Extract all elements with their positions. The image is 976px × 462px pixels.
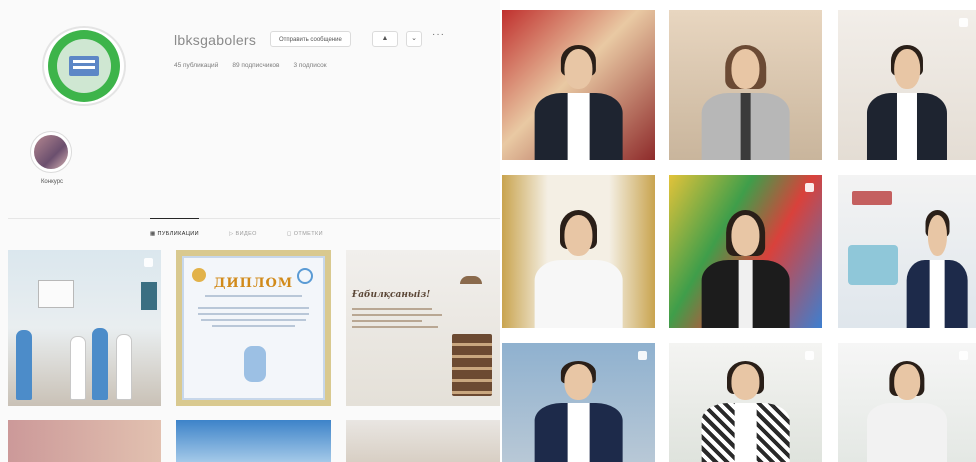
video-grid	[500, 0, 976, 462]
post-thanks-letter[interactable]: Ғабилқсаныіз!	[346, 250, 500, 406]
video-tile[interactable]	[502, 10, 655, 160]
chevron-down-icon[interactable]: ⌄	[406, 31, 422, 47]
books-stack-image	[452, 334, 492, 396]
send-message-button[interactable]: Отправить сообщение	[270, 31, 351, 47]
video-tile[interactable]	[838, 175, 976, 328]
video-tile[interactable]	[669, 175, 822, 328]
tab-tagged[interactable]: ◻ ОТМЕТКИ	[287, 219, 323, 237]
tab-videos[interactable]: ▷ ВИДЕО	[229, 219, 257, 237]
profile-username: lbksgabolers	[174, 32, 257, 48]
story-highlight[interactable]: Конкурс	[30, 131, 74, 185]
thanks-title: Ғабилқсаныіз!	[352, 290, 431, 300]
profile-tabs: ▦ ПУБЛИКАЦИИ ▷ ВИДЕО ◻ ОТМЕТКИ	[150, 218, 323, 237]
video-tile[interactable]	[502, 175, 655, 328]
video-tile[interactable]	[502, 343, 655, 462]
profile-stats: 45 публикаций 89 подписчиков 3 подписок	[174, 62, 327, 69]
highlight-label: Конкурс	[40, 179, 64, 185]
posts-count: 45 публикаций	[174, 62, 219, 69]
whiteboard	[38, 280, 74, 308]
video-icon	[959, 18, 968, 27]
post-portrait-3[interactable]	[346, 420, 500, 462]
post-portrait-1[interactable]	[8, 420, 161, 462]
video-icon	[638, 351, 647, 360]
more-options-icon[interactable]: ···	[432, 29, 445, 40]
video-tile[interactable]	[669, 343, 822, 462]
lamp-image	[460, 276, 482, 284]
video-icon	[805, 183, 814, 192]
seal-icon	[297, 268, 313, 284]
post-portrait-2[interactable]	[176, 420, 331, 462]
video-tile[interactable]	[838, 343, 976, 462]
classroom-screen	[141, 282, 157, 310]
video-icon	[959, 351, 968, 360]
profile-avatar[interactable]	[42, 26, 126, 106]
hand-print-image	[244, 346, 266, 382]
video-icon	[805, 351, 814, 360]
video-tile[interactable]	[838, 10, 976, 160]
followers-count[interactable]: 89 подписчиков	[232, 62, 279, 69]
following-count[interactable]: 3 подписок	[293, 62, 326, 69]
book-logo-icon	[69, 56, 99, 76]
tab-posts[interactable]: ▦ ПУБЛИКАЦИИ	[150, 218, 199, 237]
highlight-cover	[30, 131, 72, 173]
post-classroom-photo[interactable]	[8, 250, 161, 406]
video-tile[interactable]	[669, 10, 822, 160]
profile-panel: lbksgabolers Отправить сообщение ▲ ⌄ ···…	[0, 0, 500, 462]
emblem-icon	[192, 268, 206, 282]
post-diploma[interactable]: ДИПЛОМ	[176, 250, 331, 406]
follow-person-icon[interactable]: ▲	[372, 31, 398, 47]
multi-photo-icon	[144, 258, 153, 267]
